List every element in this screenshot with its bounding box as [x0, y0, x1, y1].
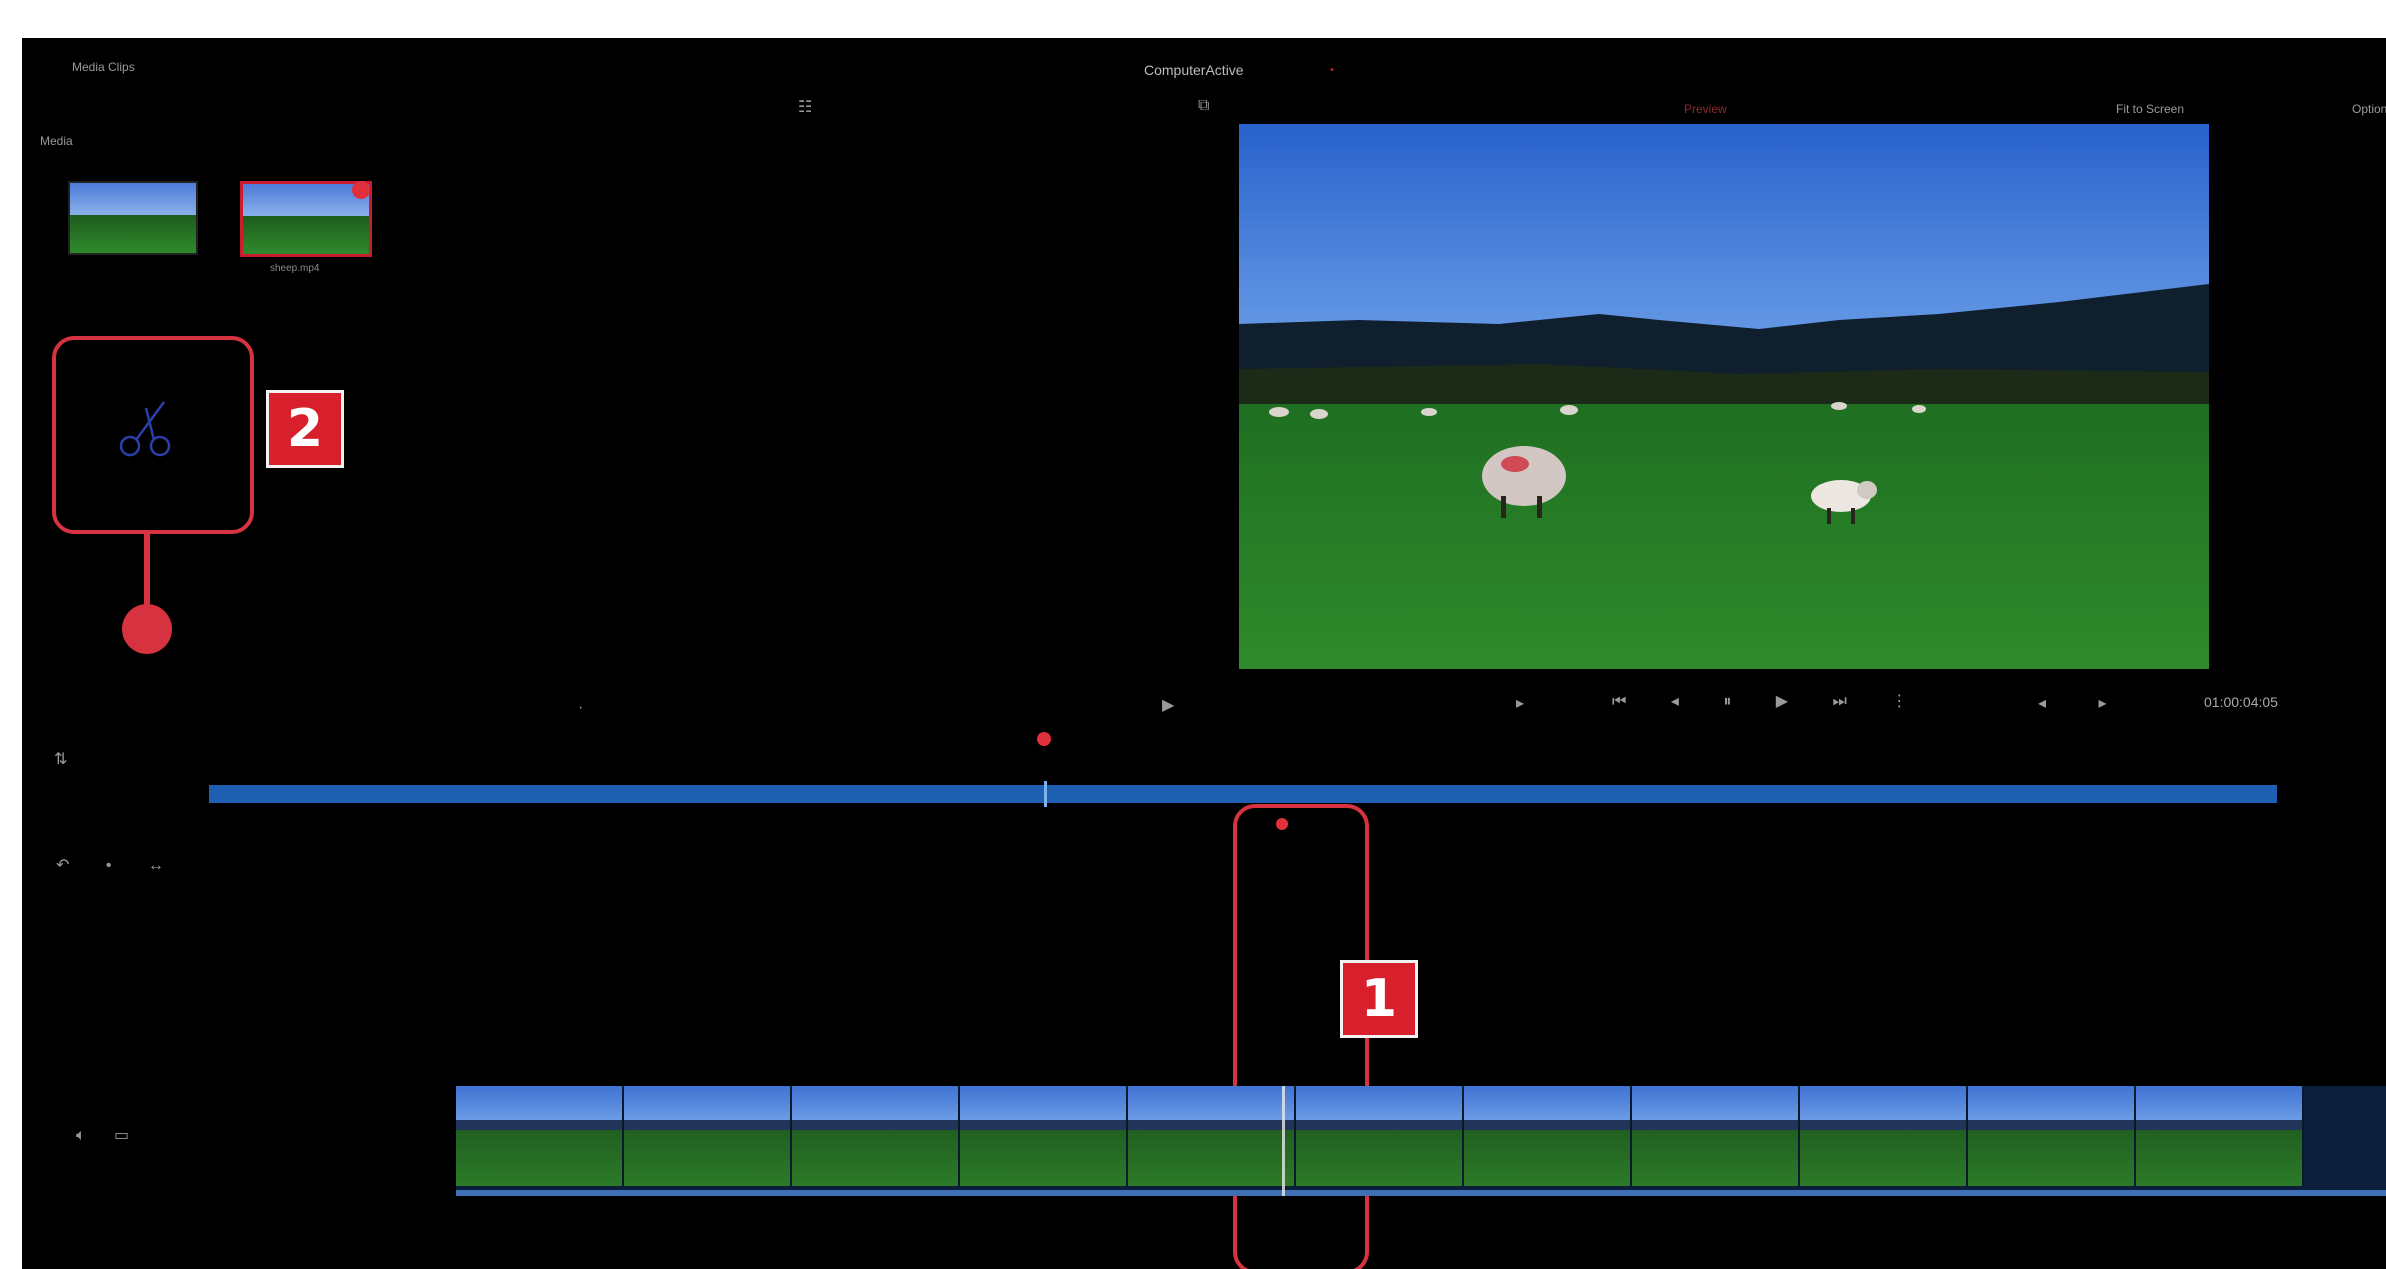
video-track[interactable] — [456, 1086, 2386, 1190]
track-frame — [792, 1086, 960, 1186]
track-frame — [960, 1086, 1128, 1186]
timeline-playhead-line[interactable] — [1282, 1086, 1285, 1196]
transport-controls[interactable]: ⏮ ◂ ⏸ ▶ ⏭ ⋮ — [1612, 694, 1927, 710]
callout-1-badge: 1 — [1340, 960, 1418, 1038]
grid-icon[interactable]: ☷ — [798, 100, 812, 116]
media-label: Media — [40, 134, 73, 148]
track-frame — [1128, 1086, 1296, 1186]
timecode: 01:00:04:05 — [2204, 694, 2278, 710]
audio-icon[interactable]: 🔈︎ ▭ — [76, 1128, 141, 1144]
volume-controls[interactable]: ◂ ▸ — [2038, 696, 2131, 712]
callout-2-leader — [144, 530, 150, 610]
track-frame — [2136, 1086, 2304, 1186]
marker-icon[interactable]: ▸ — [1516, 696, 1524, 712]
overview-marker — [1044, 781, 1047, 807]
media-clip-1[interactable] — [68, 181, 198, 255]
track-frame — [1968, 1086, 2136, 1186]
zoom-label[interactable]: Fit to Screen — [2116, 102, 2184, 116]
source-in-marker[interactable]: · — [578, 700, 583, 716]
track-frame — [624, 1086, 792, 1186]
split-icon[interactable]: ⇅ — [54, 752, 67, 768]
play-icon[interactable]: ▶ — [1162, 698, 1174, 714]
overview-playhead[interactable] — [1037, 732, 1051, 746]
export-icon[interactable]: ⧉ — [1198, 98, 1209, 114]
clip-name: sheep.mp4 — [270, 263, 320, 274]
undo-icon[interactable]: ↶ • ↔ — [56, 858, 180, 874]
app-window: Media Clips ComputerActive • Media sheep… — [22, 38, 2386, 1269]
clip-used-badge — [352, 181, 370, 199]
track-frame — [1632, 1086, 1800, 1186]
audio-waveform-strip — [456, 1190, 2386, 1196]
timeline-overview[interactable] — [209, 785, 2277, 803]
track-frame — [456, 1086, 624, 1186]
document-title: ComputerActive — [1144, 62, 1244, 78]
track-frame — [1296, 1086, 1464, 1186]
scissors-icon[interactable] — [112, 398, 182, 467]
callout-2-badge: 2 — [266, 390, 344, 468]
unsaved-indicator: • — [1330, 64, 1334, 76]
preview-status: Preview — [1684, 102, 1727, 116]
track-frame — [1464, 1086, 1632, 1186]
track-frame — [1800, 1086, 1968, 1186]
options-label[interactable]: Options — [2352, 102, 2386, 116]
app-name: Media Clips — [72, 60, 135, 74]
video-preview[interactable] — [1239, 124, 2209, 669]
callout-2-dot — [122, 604, 172, 654]
